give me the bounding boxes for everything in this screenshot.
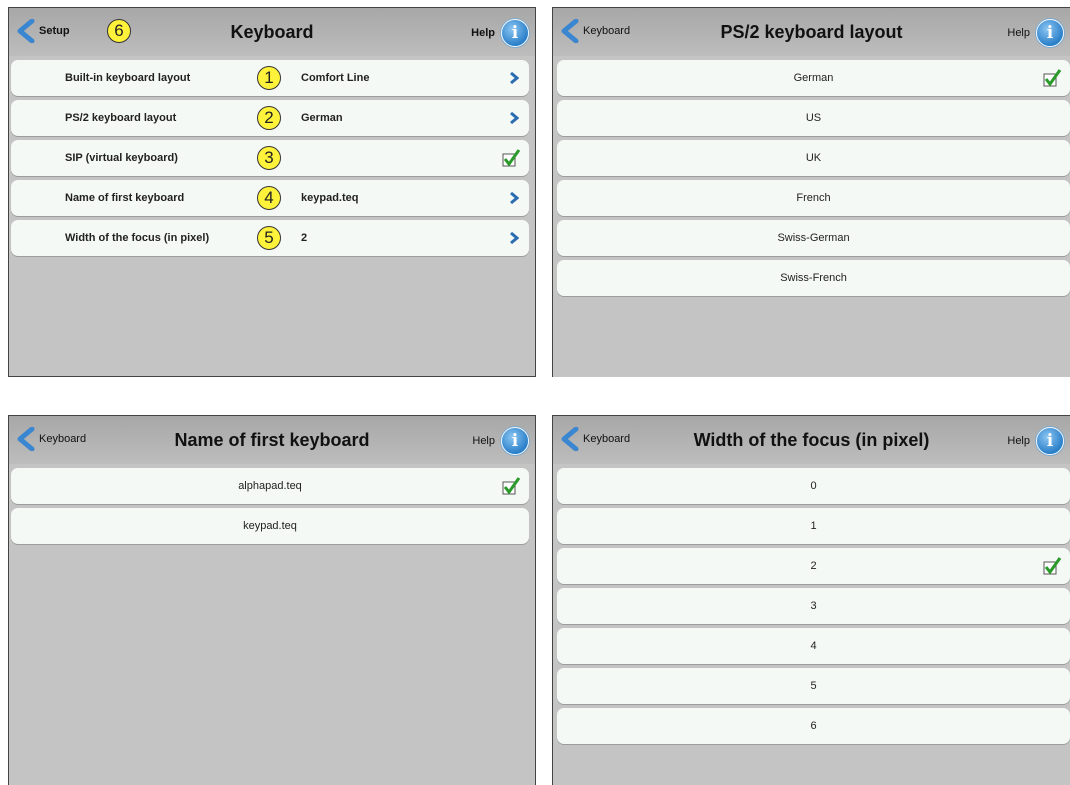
row-name-of-first-keyboard[interactable]: Name of first keyboard 4 keypad.teq [11, 180, 529, 216]
option-label: 5 [810, 680, 817, 692]
option-list: alphapad.teq keypad.teq [11, 468, 529, 548]
callout-number: 6 [107, 19, 131, 43]
option-label: UK [805, 152, 822, 164]
option-row[interactable]: 0 [557, 468, 1070, 504]
back-chevron-icon [561, 427, 579, 451]
ps2-layout-panel: Keyboard PS/2 keyboard layout Help i Ger… [552, 7, 1070, 377]
option-row[interactable]: 5 [557, 668, 1070, 704]
option-row[interactable]: Swiss-French [557, 260, 1070, 296]
back-chevron-icon [17, 19, 35, 43]
row-value: 2 [301, 232, 308, 244]
row-value: keypad.teq [301, 192, 359, 204]
info-icon: i [1036, 19, 1064, 47]
checkmark-icon [1042, 68, 1062, 91]
option-label: Swiss-French [780, 272, 847, 284]
callout-number: 4 [257, 186, 281, 210]
back-button-keyboard[interactable]: Keyboard [559, 19, 630, 43]
option-list: German US UK French Swiss-German Swiss-French [557, 60, 1070, 300]
help-label: Help [1007, 27, 1030, 39]
option-label: German [793, 72, 834, 84]
page-title: Width of the focus (in pixel) [693, 430, 930, 450]
option-label: 0 [810, 480, 817, 492]
option-row[interactable]: alphapad.teq [11, 468, 529, 504]
option-label: 2 [810, 560, 817, 572]
row-width-of-focus[interactable]: Width of the focus (in pixel) 5 2 [11, 220, 529, 256]
option-row[interactable]: US [557, 100, 1070, 136]
info-icon: i [501, 19, 529, 47]
checkmark-icon[interactable] [501, 148, 521, 168]
callout-number: 3 [257, 146, 281, 170]
option-label: US [805, 112, 822, 124]
chevron-right-icon [510, 112, 519, 124]
chevron-right-icon [510, 72, 519, 84]
back-label: Keyboard [583, 433, 631, 445]
back-chevron-icon [17, 427, 35, 451]
option-row[interactable]: 1 [557, 508, 1070, 544]
page-title: PS/2 keyboard layout [720, 22, 903, 42]
option-label: French [796, 192, 831, 204]
settings-list: Built-in keyboard layout 1 Comfort Line … [11, 60, 529, 260]
option-row[interactable]: 2 [557, 548, 1070, 584]
page-title: Keyboard [230, 22, 314, 42]
row-built-in-keyboard-layout[interactable]: Built-in keyboard layout 1 Comfort Line [11, 60, 529, 96]
option-row[interactable]: French [557, 180, 1070, 216]
header-bar: Keyboard Name of first keyboard Help i [9, 416, 535, 464]
row-label: Name of first keyboard [65, 192, 185, 204]
option-row[interactable]: 6 [557, 708, 1070, 744]
option-label: Swiss-German [777, 232, 850, 244]
option-label: 4 [810, 640, 817, 652]
option-label: alphapad.teq [238, 480, 302, 492]
info-icon: i [1036, 427, 1064, 455]
option-row[interactable]: 3 [557, 588, 1070, 624]
help-button[interactable]: Help i [1007, 427, 1064, 455]
keyboard-settings-panel: Setup 6 Keyboard Help i Built-in keyboar… [8, 7, 536, 377]
page-title: Name of first keyboard [174, 430, 370, 450]
help-button[interactable]: Help i [1007, 19, 1064, 47]
first-keyboard-panel: Keyboard Name of first keyboard Help i a… [8, 415, 536, 785]
row-value: German [301, 112, 343, 124]
row-label: Built-in keyboard layout [65, 72, 191, 84]
row-label: Width of the focus (in pixel) [65, 232, 210, 244]
option-list: 0 1 2 3 4 5 6 [557, 468, 1070, 748]
info-icon: i [501, 427, 529, 455]
callout-number: 2 [257, 106, 281, 130]
chevron-right-icon [510, 192, 519, 204]
back-chevron-icon [561, 19, 579, 43]
help-label: Help [1007, 435, 1030, 447]
row-sip-virtual-keyboard[interactable]: SIP (virtual keyboard) 3 [11, 140, 529, 176]
help-label: Help [471, 27, 495, 39]
help-button[interactable]: Help i [472, 427, 529, 455]
back-button-keyboard[interactable]: Keyboard [559, 427, 630, 451]
chevron-right-icon [510, 232, 519, 244]
callout-number: 1 [257, 66, 281, 90]
back-button-setup[interactable]: Setup [15, 19, 70, 43]
option-row[interactable]: Swiss-German [557, 220, 1070, 256]
header-bar: Keyboard PS/2 keyboard layout Help i [553, 8, 1070, 56]
callout-number: 5 [257, 226, 281, 250]
back-button-keyboard[interactable]: Keyboard [15, 427, 86, 451]
checkmark-icon [501, 476, 521, 499]
help-button[interactable]: Help i [471, 19, 529, 47]
option-row[interactable]: 4 [557, 628, 1070, 664]
row-value: Comfort Line [301, 72, 370, 84]
row-label: PS/2 keyboard layout [65, 112, 177, 124]
focus-width-panel: Keyboard Width of the focus (in pixel) H… [552, 415, 1070, 785]
row-ps2-keyboard-layout[interactable]: PS/2 keyboard layout 2 German [11, 100, 529, 136]
header-bar: Setup 6 Keyboard Help i [9, 8, 535, 56]
back-label: Keyboard [583, 25, 631, 37]
option-label: 3 [810, 600, 817, 612]
back-label: Keyboard [39, 433, 87, 445]
option-label: keypad.teq [243, 520, 297, 532]
checkmark-icon [1042, 556, 1062, 579]
help-label: Help [472, 435, 495, 447]
option-label: 6 [810, 720, 817, 732]
row-label: SIP (virtual keyboard) [65, 152, 178, 164]
option-label: 1 [810, 520, 817, 532]
option-row[interactable]: keypad.teq [11, 508, 529, 544]
header-bar: Keyboard Width of the focus (in pixel) H… [553, 416, 1070, 464]
option-row[interactable]: UK [557, 140, 1070, 176]
option-row[interactable]: German [557, 60, 1070, 96]
back-label: Setup [39, 25, 70, 37]
